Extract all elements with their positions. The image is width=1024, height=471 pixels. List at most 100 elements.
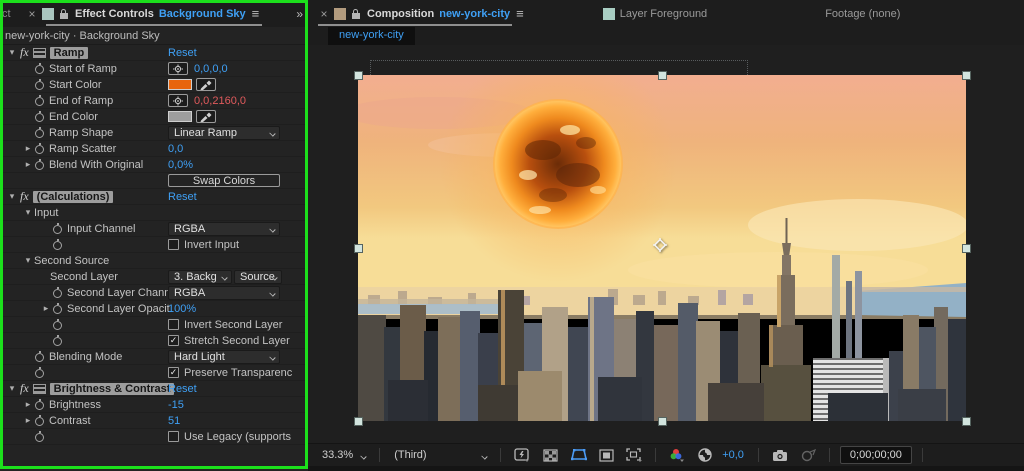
- exposure-reset-icon[interactable]: [694, 446, 716, 464]
- stopwatch-icon[interactable]: [35, 369, 44, 378]
- grid-guide-options-icon[interactable]: [623, 446, 645, 464]
- selection-handle[interactable]: [354, 417, 363, 426]
- stopwatch-icon[interactable]: [53, 305, 62, 314]
- panel-title[interactable]: Composition: [367, 8, 434, 20]
- selection-handle[interactable]: [354, 71, 363, 80]
- property-value[interactable]: 0,0,2160,0: [194, 95, 246, 107]
- fx-badge[interactable]: fx: [20, 189, 29, 204]
- checkbox[interactable]: [168, 239, 179, 250]
- exposure-value[interactable]: +0,0: [722, 449, 744, 461]
- disclosure-open-icon[interactable]: ▾: [6, 191, 18, 202]
- checkbox[interactable]: ✓: [168, 335, 179, 346]
- close-panel-icon[interactable]: ×: [24, 7, 40, 21]
- selection-handle[interactable]: [354, 244, 363, 253]
- disclosure-open-icon[interactable]: ▾: [6, 47, 18, 58]
- show-snapshot-icon[interactable]: [797, 446, 819, 464]
- selection-handle[interactable]: [962, 71, 971, 80]
- tab-layer-foreground[interactable]: Layer Foreground: [620, 8, 707, 20]
- selection-handle[interactable]: [962, 417, 971, 426]
- close-panel-icon[interactable]: ×: [316, 7, 332, 21]
- property-value[interactable]: 0,0%: [168, 159, 193, 171]
- checkbox[interactable]: [168, 319, 179, 330]
- stopwatch-icon[interactable]: [53, 321, 62, 330]
- truncated-project-tab[interactable]: ct: [0, 8, 24, 20]
- reset-link[interactable]: Reset: [168, 191, 197, 203]
- fx-badge[interactable]: fx: [20, 381, 29, 396]
- viewer-tab-new-york-city[interactable]: new-york-city: [328, 27, 415, 45]
- lock-icon[interactable]: [351, 9, 361, 19]
- disclosure-closed-icon[interactable]: ▸: [22, 143, 34, 154]
- region-of-interest-icon[interactable]: [595, 446, 617, 464]
- fx-badge[interactable]: fx: [20, 45, 29, 60]
- effect-name[interactable]: (Calculations): [33, 191, 114, 203]
- dropdown-option[interactable]: Source: [234, 270, 282, 284]
- stopwatch-icon[interactable]: [35, 417, 44, 426]
- property-value[interactable]: 51: [168, 415, 180, 427]
- checkbox[interactable]: ✓: [168, 367, 179, 378]
- panel-menu-icon[interactable]: ≡: [516, 6, 524, 21]
- reset-link[interactable]: Reset: [168, 47, 197, 59]
- disclosure-open-icon[interactable]: ▾: [22, 255, 34, 266]
- stopwatch-icon[interactable]: [53, 241, 62, 250]
- property-value[interactable]: -15: [168, 399, 184, 411]
- point-control-button[interactable]: [168, 62, 188, 75]
- dropdown-input-channel[interactable]: RGBA: [168, 222, 280, 236]
- checkbox[interactable]: [168, 431, 179, 442]
- panel-group-swatch[interactable]: [334, 8, 346, 20]
- disclosure-closed-icon[interactable]: ▸: [22, 159, 34, 170]
- stopwatch-icon[interactable]: [35, 401, 44, 410]
- panel-target-layer[interactable]: Background Sky: [159, 8, 246, 20]
- resolution-dropdown[interactable]: (Third): [390, 447, 490, 463]
- lock-icon[interactable]: [59, 9, 69, 19]
- eyedropper-icon[interactable]: [196, 78, 216, 91]
- selection-handle[interactable]: [962, 244, 971, 253]
- layer-anchor-point[interactable]: [653, 238, 667, 252]
- dropdown-second-layer-chann[interactable]: RGBA: [168, 286, 280, 300]
- stopwatch-icon[interactable]: [35, 433, 44, 442]
- stopwatch-icon[interactable]: [53, 225, 62, 234]
- stopwatch-icon[interactable]: [35, 145, 44, 154]
- point-control-button[interactable]: [168, 94, 188, 107]
- transparency-grid-icon[interactable]: [539, 446, 561, 464]
- property-value[interactable]: 100%: [168, 303, 196, 315]
- reset-link[interactable]: Reset: [168, 383, 197, 395]
- stopwatch-icon[interactable]: [53, 289, 62, 298]
- timecode-display[interactable]: 0;00;00;00: [840, 446, 912, 464]
- stopwatch-icon[interactable]: [35, 113, 44, 122]
- composition-viewport[interactable]: [308, 45, 1024, 443]
- fast-previews-icon[interactable]: [511, 446, 533, 464]
- disclosure-open-icon[interactable]: ▾: [22, 207, 34, 218]
- color-swatch[interactable]: [168, 111, 192, 122]
- effect-name[interactable]: Brightness & Contrast: [50, 383, 175, 395]
- layer-panel-swatch[interactable]: [603, 8, 615, 20]
- magnification-dropdown[interactable]: 33.3%: [318, 447, 369, 463]
- color-swatch[interactable]: [168, 79, 192, 90]
- selection-handle[interactable]: [658, 71, 667, 80]
- eyedropper-icon[interactable]: [196, 110, 216, 123]
- stopwatch-icon[interactable]: [53, 337, 62, 346]
- panel-title[interactable]: Effect Controls: [75, 8, 154, 20]
- stopwatch-icon[interactable]: [35, 65, 44, 74]
- snapshot-camera-icon[interactable]: [769, 446, 791, 464]
- property-value[interactable]: 0,0,0,0: [194, 63, 228, 75]
- tab-footage[interactable]: Footage (none): [825, 8, 900, 20]
- swap-colors-button[interactable]: Swap Colors: [168, 174, 280, 187]
- stopwatch-icon[interactable]: [35, 161, 44, 170]
- channel-settings-icon[interactable]: [666, 446, 688, 464]
- panel-menu-icon[interactable]: ≡: [252, 6, 260, 21]
- stopwatch-icon[interactable]: [35, 97, 44, 106]
- dropdown-ramp-shape[interactable]: Linear Ramp: [168, 126, 280, 140]
- panel-target-comp[interactable]: new-york-city: [439, 8, 510, 20]
- layer-panel-swatch[interactable]: [556, 8, 568, 20]
- stopwatch-icon[interactable]: [35, 129, 44, 138]
- dropdown-blending-mode[interactable]: Hard Light: [168, 350, 280, 364]
- panel-overflow-icon[interactable]: »: [296, 7, 302, 21]
- effect-name[interactable]: Ramp: [50, 47, 89, 59]
- stopwatch-icon[interactable]: [35, 81, 44, 90]
- disclosure-closed-icon[interactable]: ▸: [22, 415, 34, 426]
- dropdown-option[interactable]: 3. Backg: [168, 270, 232, 284]
- selection-handle[interactable]: [658, 417, 667, 426]
- mask-visibility-icon[interactable]: [567, 446, 589, 464]
- disclosure-closed-icon[interactable]: ▸: [22, 399, 34, 410]
- property-value[interactable]: 0,0: [168, 143, 183, 155]
